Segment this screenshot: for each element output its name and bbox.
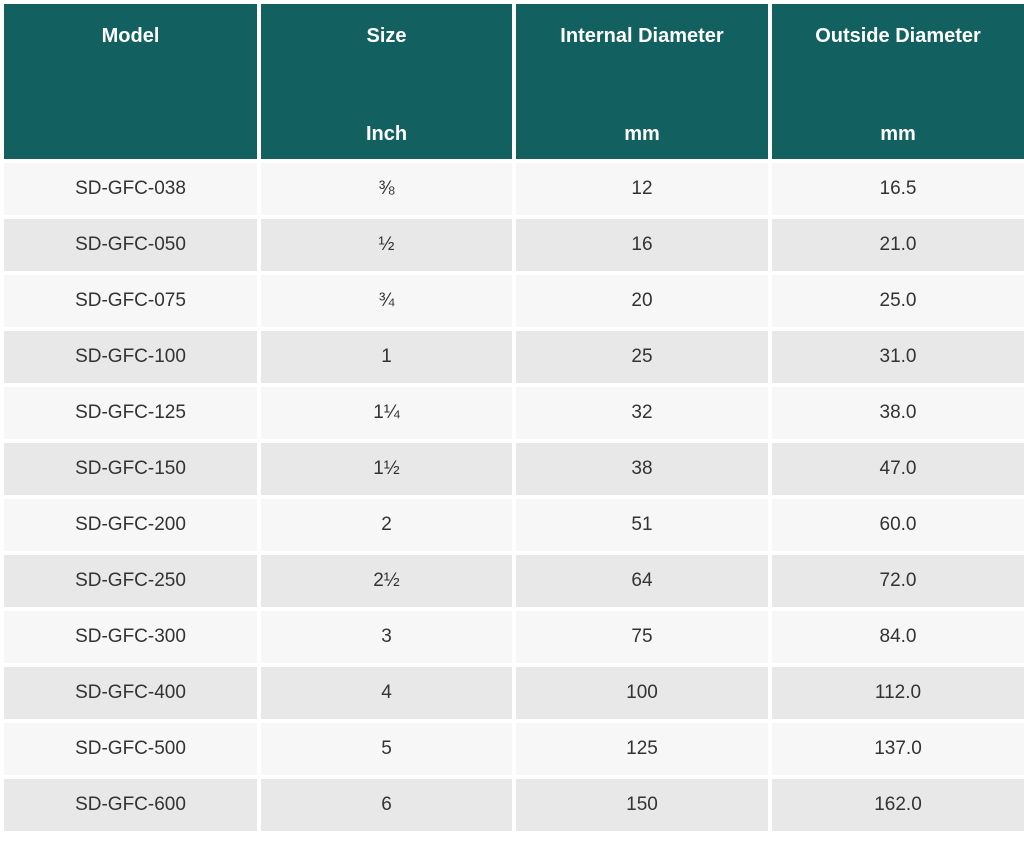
cell-size: 4	[261, 667, 512, 719]
header-size: Size Inch	[261, 4, 512, 159]
cell-model: SD-GFC-600	[4, 779, 257, 831]
cell-outside-diameter: 137.0	[772, 723, 1024, 775]
cell-internal-diameter: 20	[516, 275, 768, 327]
cell-model: SD-GFC-050	[4, 219, 257, 271]
cell-model: SD-GFC-200	[4, 499, 257, 551]
cell-model: SD-GFC-038	[4, 163, 257, 215]
cell-internal-diameter: 100	[516, 667, 768, 719]
cell-outside-diameter: 47.0	[772, 443, 1024, 495]
cell-internal-diameter: 75	[516, 611, 768, 663]
header-label: Outside Diameter	[815, 25, 981, 47]
table-row: SD-GFC-600 6 150 162.0	[4, 779, 1024, 831]
cell-internal-diameter: 38	[516, 443, 768, 495]
cell-outside-diameter: 60.0	[772, 499, 1024, 551]
header-unit: mm	[880, 123, 916, 145]
cell-model: SD-GFC-100	[4, 331, 257, 383]
table-row: SD-GFC-250 2½ 64 72.0	[4, 555, 1024, 607]
cell-outside-diameter: 31.0	[772, 331, 1024, 383]
cell-size: 1	[261, 331, 512, 383]
table-body: SD-GFC-038 ⅜ 12 16.5 SD-GFC-050 ½ 16 21.0 SD-GFC…	[4, 163, 1024, 831]
table-row: SD-GFC-150 1½ 38 47.0	[4, 443, 1024, 495]
cell-internal-diameter: 64	[516, 555, 768, 607]
table-row: SD-GFC-200 2 51 60.0	[4, 499, 1024, 551]
cell-internal-diameter: 25	[516, 331, 768, 383]
table-row: SD-GFC-038 ⅜ 12 16.5	[4, 163, 1024, 215]
cell-internal-diameter: 12	[516, 163, 768, 215]
table-row: SD-GFC-400 4 100 112.0	[4, 667, 1024, 719]
header-unit: mm	[624, 123, 660, 145]
cell-size: 2	[261, 499, 512, 551]
cell-model: SD-GFC-125	[4, 387, 257, 439]
spec-table: Model Size Inch Internal Diameter mm Out…	[0, 0, 1024, 835]
cell-internal-diameter: 150	[516, 779, 768, 831]
cell-outside-diameter: 84.0	[772, 611, 1024, 663]
table-row: SD-GFC-100 1 25 31.0	[4, 331, 1024, 383]
cell-size: ⅜	[261, 163, 512, 215]
header-label: Model	[101, 25, 160, 47]
header-internal-diameter: Internal Diameter mm	[516, 4, 768, 159]
cell-model: SD-GFC-400	[4, 667, 257, 719]
cell-model: SD-GFC-150	[4, 443, 257, 495]
cell-internal-diameter: 32	[516, 387, 768, 439]
header-outside-diameter: Outside Diameter mm	[772, 4, 1024, 159]
cell-outside-diameter: 112.0	[772, 667, 1024, 719]
table-row: SD-GFC-075 ¾ 20 25.0	[4, 275, 1024, 327]
table-header: Model Size Inch Internal Diameter mm Out…	[4, 4, 1024, 159]
cell-size: 1¼	[261, 387, 512, 439]
cell-outside-diameter: 25.0	[772, 275, 1024, 327]
cell-outside-diameter: 21.0	[772, 219, 1024, 271]
header-row: Model Size Inch Internal Diameter mm Out…	[4, 4, 1024, 159]
cell-size: 2½	[261, 555, 512, 607]
cell-model: SD-GFC-075	[4, 275, 257, 327]
table-row: SD-GFC-050 ½ 16 21.0	[4, 219, 1024, 271]
cell-size: ½	[261, 219, 512, 271]
cell-size: 6	[261, 779, 512, 831]
cell-outside-diameter: 72.0	[772, 555, 1024, 607]
header-label: Size	[366, 25, 407, 47]
cell-model: SD-GFC-300	[4, 611, 257, 663]
cell-internal-diameter: 16	[516, 219, 768, 271]
header-model: Model	[4, 4, 257, 159]
header-unit: Inch	[365, 123, 408, 145]
cell-size: 5	[261, 723, 512, 775]
table-row: SD-GFC-300 3 75 84.0	[4, 611, 1024, 663]
cell-size: 3	[261, 611, 512, 663]
cell-model: SD-GFC-500	[4, 723, 257, 775]
header-label: Internal Diameter	[560, 25, 724, 47]
cell-size: ¾	[261, 275, 512, 327]
cell-internal-diameter: 125	[516, 723, 768, 775]
cell-size: 1½	[261, 443, 512, 495]
cell-model: SD-GFC-250	[4, 555, 257, 607]
cell-outside-diameter: 38.0	[772, 387, 1024, 439]
cell-internal-diameter: 51	[516, 499, 768, 551]
table-row: SD-GFC-500 5 125 137.0	[4, 723, 1024, 775]
table-row: SD-GFC-125 1¼ 32 38.0	[4, 387, 1024, 439]
cell-outside-diameter: 16.5	[772, 163, 1024, 215]
cell-outside-diameter: 162.0	[772, 779, 1024, 831]
